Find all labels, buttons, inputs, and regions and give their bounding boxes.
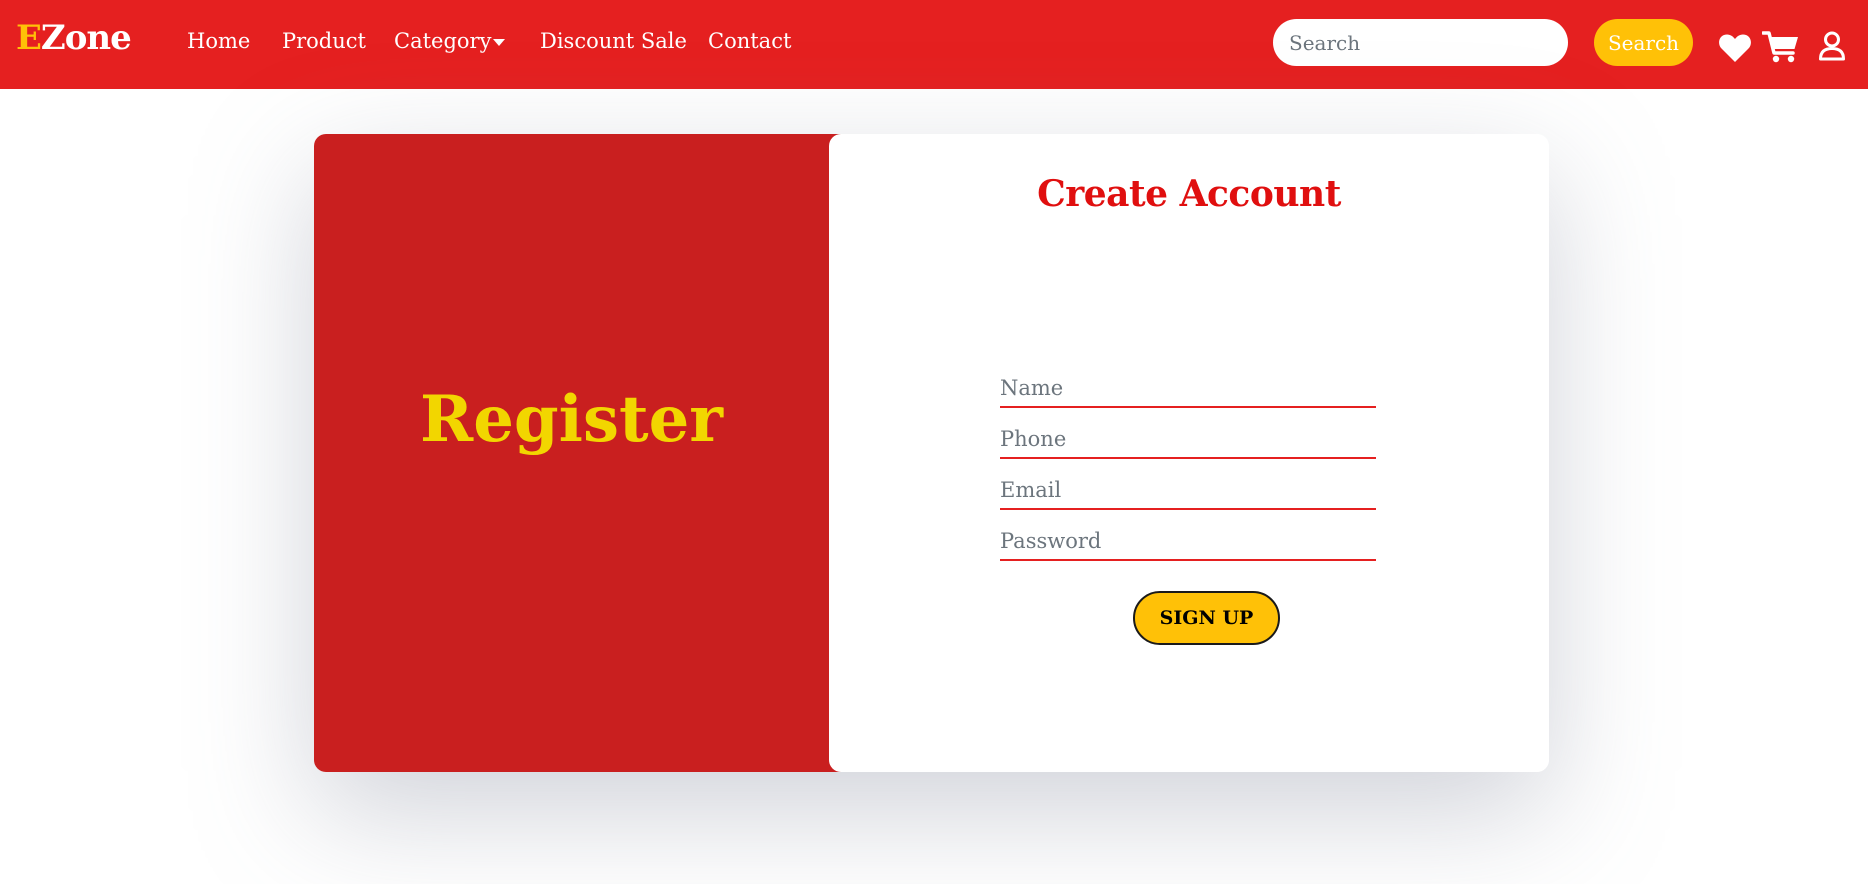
brand-logo-letter: E — [16, 18, 42, 58]
heart-icon[interactable] — [1718, 33, 1752, 67]
nav-link-home[interactable]: Home — [187, 27, 250, 55]
chevron-down-icon[interactable] — [493, 39, 505, 46]
nav-link-contact[interactable]: Contact — [708, 27, 791, 55]
search-button[interactable]: Search — [1594, 19, 1693, 66]
nav-link-category[interactable]: Category — [394, 27, 491, 55]
form-title: Create Account — [1037, 173, 1341, 215]
brand-logo[interactable]: EZone — [16, 18, 132, 58]
user-icon[interactable] — [1818, 31, 1846, 65]
search-input[interactable] — [1273, 19, 1568, 66]
phone-field[interactable] — [1000, 423, 1376, 459]
password-field[interactable] — [1000, 525, 1376, 561]
register-card: Register Create Account SIGN UP — [314, 134, 1549, 772]
nav-link-product[interactable]: Product — [282, 27, 366, 55]
nav-link-discount-sale[interactable]: Discount Sale — [540, 27, 687, 55]
sign-up-button[interactable]: SIGN UP — [1133, 591, 1280, 645]
register-panel: Register — [314, 134, 844, 772]
create-account-form: Create Account SIGN UP — [829, 134, 1549, 772]
brand-logo-text: Zone — [40, 18, 132, 58]
register-title: Register — [420, 382, 723, 457]
navbar: EZone Home Product Category Discount Sal… — [0, 0, 1868, 89]
cart-icon[interactable] — [1761, 30, 1800, 68]
email-field[interactable] — [1000, 474, 1376, 510]
name-field[interactable] — [1000, 372, 1376, 408]
